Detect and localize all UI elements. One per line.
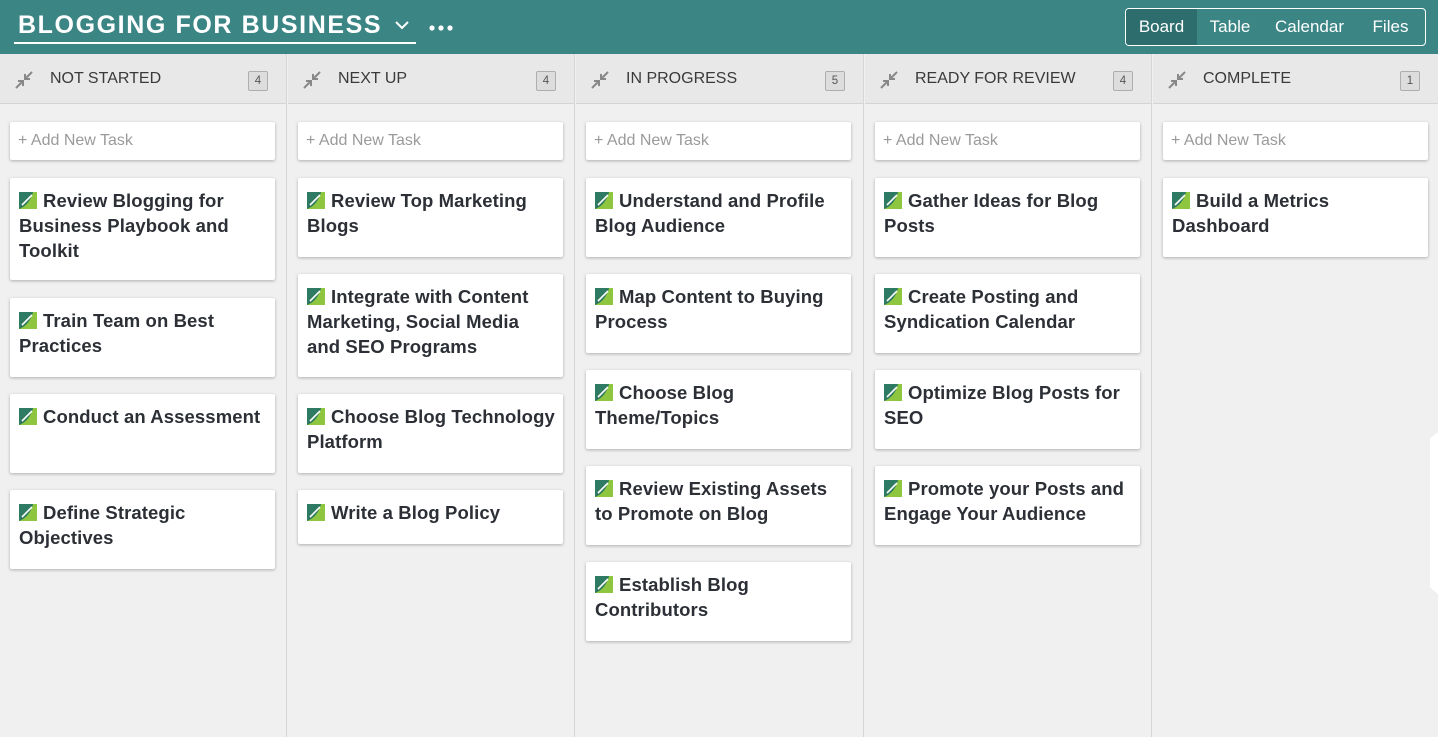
column-header: COMPLETE 1: [1153, 54, 1438, 104]
board-column-complete: COMPLETE 1 + Add New Task Build a Metric…: [1153, 54, 1438, 737]
add-new-task-input[interactable]: + Add New Task: [298, 122, 563, 160]
task-title: Understand and Profile Blog Audience: [595, 190, 825, 236]
collapse-arrows-icon[interactable]: [879, 70, 899, 90]
task-card[interactable]: Integrate with Content Marketing, Social…: [298, 274, 563, 377]
task-status-icon: [19, 504, 37, 521]
task-title: Gather Ideas for Blog Posts: [884, 190, 1099, 236]
task-card[interactable]: Build a Metrics Dashboard: [1163, 178, 1428, 257]
tab-table[interactable]: Table: [1197, 9, 1263, 45]
task-status-icon: [884, 288, 902, 305]
column-title: NOT STARTED: [50, 70, 162, 87]
task-card[interactable]: Create Posting and Syndication Calendar: [875, 274, 1140, 353]
task-status-icon: [19, 312, 37, 329]
column-title: NEXT UP: [338, 70, 408, 87]
ellipsis-icon: [429, 25, 453, 31]
task-card[interactable]: Train Team on Best Practices: [10, 298, 275, 377]
column-count-badge: 4: [248, 71, 268, 91]
board-column-next-up: NEXT UP 4 + Add New Task Review Top Mark…: [288, 54, 575, 737]
task-title: Create Posting and Syndication Calendar: [884, 286, 1079, 332]
column-header: READY FOR REVIEW 4: [865, 54, 1151, 104]
column-count-badge: 4: [1113, 71, 1133, 91]
task-card[interactable]: Gather Ideas for Blog Posts: [875, 178, 1140, 257]
board-column-ready-for-review: READY FOR REVIEW 4 + Add New Task Gather…: [865, 54, 1152, 737]
task-card[interactable]: Conduct an Assessment: [10, 394, 275, 473]
column-header: IN PROGRESS 5: [576, 54, 863, 104]
view-switcher: Board Table Calendar Files: [1125, 8, 1426, 46]
collapse-arrows-icon[interactable]: [302, 70, 322, 90]
column-count-badge: 1: [1400, 71, 1420, 91]
task-title: Review Blogging for Business Playbook an…: [19, 190, 229, 261]
task-status-icon: [307, 408, 325, 425]
task-status-icon: [19, 192, 37, 209]
task-status-icon: [19, 408, 37, 425]
task-status-icon: [595, 480, 613, 497]
task-title: Choose Blog Technology Platform: [307, 406, 555, 452]
task-status-icon: [307, 288, 325, 305]
task-card[interactable]: Review Top Marketing Blogs: [298, 178, 563, 257]
collapse-arrows-icon[interactable]: [14, 70, 34, 90]
task-status-icon: [307, 504, 325, 521]
side-panel-tab[interactable]: [1430, 432, 1438, 594]
task-status-icon: [595, 192, 613, 209]
column-title: IN PROGRESS: [626, 70, 738, 87]
task-card[interactable]: Map Content to Buying Process: [586, 274, 851, 353]
add-new-task-input[interactable]: + Add New Task: [1163, 122, 1428, 160]
board-column-in-progress: IN PROGRESS 5 + Add New Task Understand …: [576, 54, 864, 737]
task-status-icon: [884, 480, 902, 497]
column-header: NEXT UP 4: [288, 54, 574, 104]
task-status-icon: [1172, 192, 1190, 209]
task-card[interactable]: Review Existing Assets to Promote on Blo…: [586, 466, 851, 545]
task-status-icon: [595, 576, 613, 593]
task-status-icon: [884, 192, 902, 209]
column-count-badge: 4: [536, 71, 556, 91]
task-title: Map Content to Buying Process: [595, 286, 824, 332]
board-column-not-started: NOT STARTED 4 + Add New Task Review Blog…: [0, 54, 287, 737]
add-new-task-input[interactable]: + Add New Task: [875, 122, 1140, 160]
add-new-task-input[interactable]: + Add New Task: [586, 122, 851, 160]
task-title: Train Team on Best Practices: [19, 310, 215, 356]
task-title: Review Top Marketing Blogs: [307, 190, 527, 236]
task-title: Integrate with Content Marketing, Social…: [307, 286, 529, 357]
collapse-arrows-icon[interactable]: [590, 70, 610, 90]
column-title: READY FOR REVIEW: [915, 70, 1076, 87]
task-status-icon: [307, 192, 325, 209]
task-card[interactable]: Review Blogging for Business Playbook an…: [10, 178, 275, 280]
add-new-task-input[interactable]: + Add New Task: [10, 122, 275, 160]
task-card[interactable]: Choose Blog Theme/Topics: [586, 370, 851, 449]
task-title: Conduct an Assessment: [43, 406, 261, 427]
task-card[interactable]: Promote your Posts and Engage Your Audie…: [875, 466, 1140, 545]
task-card[interactable]: Optimize Blog Posts for SEO: [875, 370, 1140, 449]
task-title: Review Existing Assets to Promote on Blo…: [595, 478, 828, 524]
column-title: COMPLETE: [1203, 70, 1292, 87]
task-title: Write a Blog Policy: [331, 502, 501, 523]
task-title: Promote your Posts and Engage Your Audie…: [884, 478, 1125, 524]
task-card[interactable]: Choose Blog Technology Platform: [298, 394, 563, 473]
task-status-icon: [884, 384, 902, 401]
task-title: Establish Blog Contributors: [595, 574, 749, 620]
column-count-badge: 5: [825, 71, 845, 91]
task-status-icon: [595, 288, 613, 305]
task-title: Choose Blog Theme/Topics: [595, 382, 735, 428]
task-title: Optimize Blog Posts for SEO: [884, 382, 1120, 428]
tab-board[interactable]: Board: [1126, 9, 1197, 45]
task-title: Define Strategic Objectives: [19, 502, 186, 548]
project-title: BLOGGING FOR BUSINESS: [18, 11, 383, 39]
column-header: NOT STARTED 4: [0, 54, 286, 104]
task-card[interactable]: Understand and Profile Blog Audience: [586, 178, 851, 257]
more-options-button[interactable]: [428, 18, 454, 38]
task-card[interactable]: Write a Blog Policy: [298, 490, 563, 544]
task-status-icon: [595, 384, 613, 401]
tab-calendar[interactable]: Calendar: [1263, 9, 1356, 45]
task-card[interactable]: Establish Blog Contributors: [586, 562, 851, 641]
project-title-dropdown[interactable]: BLOGGING FOR BUSINESS: [14, 8, 417, 44]
top-bar: BLOGGING FOR BUSINESS Board Table Calend…: [0, 0, 1438, 54]
chevron-down-icon: [394, 17, 410, 33]
tab-files[interactable]: Files: [1356, 9, 1425, 45]
collapse-arrows-icon[interactable]: [1167, 70, 1187, 90]
task-card[interactable]: Define Strategic Objectives: [10, 490, 275, 569]
task-title: Build a Metrics Dashboard: [1172, 190, 1330, 236]
